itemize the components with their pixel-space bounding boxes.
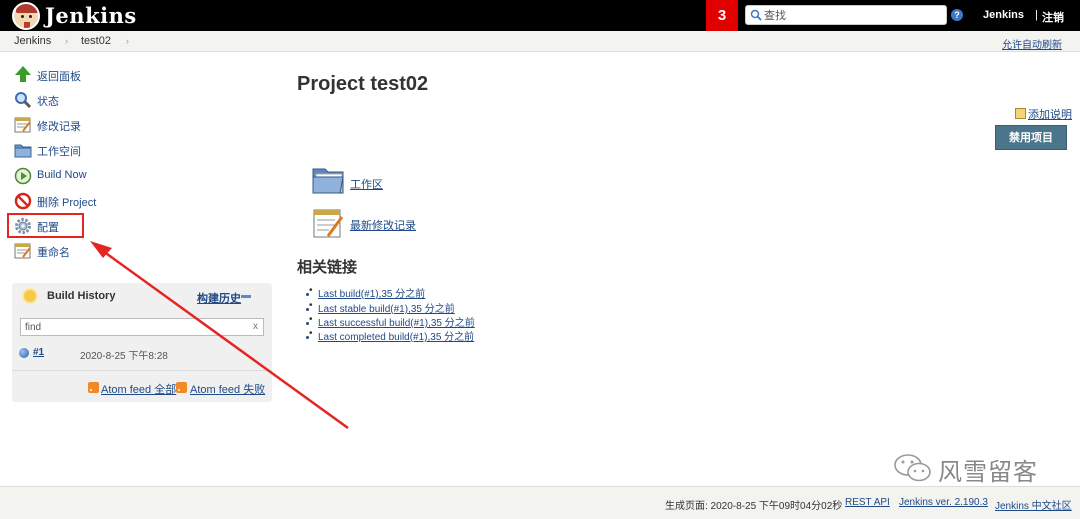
- no-entry-icon: [14, 192, 32, 210]
- header-separator: |: [1035, 9, 1038, 21]
- clock-play-icon: [14, 167, 32, 185]
- annotation-highlight-box: [7, 213, 84, 238]
- task-label[interactable]: 工作空间: [37, 143, 81, 159]
- task-label[interactable]: 返回面板: [37, 68, 81, 84]
- breadcrumb: Jenkins › test02 › 允许自动刷新: [0, 31, 1080, 52]
- page-generated-text: 生成页面: 2020-8-25 下午09时04分02秒: [665, 501, 843, 512]
- weather-sun-icon: [24, 290, 36, 302]
- folder-icon: [14, 144, 32, 158]
- atom-feed-all-link[interactable]: Atom feed 全部: [101, 381, 176, 397]
- watermark-text: 风雪留客: [938, 459, 1038, 486]
- build-filter-input[interactable]: [25, 320, 245, 334]
- build-filter-box: x: [20, 318, 264, 336]
- breadcrumb-jenkins[interactable]: Jenkins: [14, 35, 51, 47]
- jenkins-version-link[interactable]: Jenkins ver. 2.190.3: [899, 497, 988, 508]
- notepad-icon[interactable]: [311, 206, 345, 240]
- breadcrumb-arrow-icon[interactable]: ›: [126, 36, 129, 46]
- notepad-icon: [14, 117, 31, 133]
- brand-title[interactable]: Jenkins: [45, 3, 137, 28]
- task-label[interactable]: 修改记录: [37, 118, 81, 134]
- build-history-header: Build History 构建历史: [12, 283, 272, 309]
- annotation-arrow: [90, 241, 349, 430]
- permalink-item[interactable]: Last successful build(#1),35 分之前: [309, 314, 475, 329]
- notification-badge[interactable]: 3: [706, 0, 738, 31]
- task-label[interactable]: Build Now: [37, 169, 87, 181]
- community-link[interactable]: Jenkins 中文社区: [995, 497, 1072, 512]
- build-status-ball-icon: [19, 348, 29, 358]
- recent-changes-link[interactable]: 最新修改记录: [350, 217, 416, 233]
- rest-api-link[interactable]: REST API: [845, 497, 890, 508]
- auto-refresh-link[interactable]: 允许自动刷新: [1002, 36, 1062, 51]
- jenkins-logo-icon[interactable]: [12, 2, 40, 30]
- build-trend-link[interactable]: 构建历史: [197, 290, 241, 306]
- rss-feed-icon[interactable]: [176, 382, 187, 393]
- up-arrow-icon: [14, 66, 32, 84]
- edit-description-icon[interactable]: [1015, 108, 1026, 119]
- build-history-widget: Build History 构建历史 x #1 2020-8-25 下午8:28…: [12, 283, 272, 402]
- search-input[interactable]: [764, 8, 944, 23]
- search-icon: [15, 92, 32, 109]
- clear-filter-icon[interactable]: x: [253, 321, 258, 332]
- disable-project-button[interactable]: 禁用项目: [995, 125, 1067, 150]
- permalink-item[interactable]: Last build(#1),35 分之前: [309, 285, 425, 300]
- notepad-icon: [14, 243, 31, 259]
- breadcrumb-arrow-icon[interactable]: ›: [65, 36, 68, 46]
- user-link[interactable]: Jenkins: [983, 9, 1024, 21]
- help-icon[interactable]: ?: [951, 9, 963, 21]
- permalink-item[interactable]: Last completed build(#1),35 分之前: [309, 328, 474, 343]
- build-number-link[interactable]: #1: [33, 347, 44, 358]
- footer: 生成页面: 2020-8-25 下午09时04分02秒 REST API Jen…: [0, 486, 1080, 519]
- permalink-item[interactable]: Last stable build(#1),35 分之前: [309, 300, 455, 315]
- breadcrumb-test02[interactable]: test02: [81, 35, 111, 47]
- divider: [12, 370, 272, 371]
- search-icon: [750, 9, 762, 21]
- rss-feed-icon[interactable]: [88, 382, 99, 393]
- build-date[interactable]: 2020-8-25 下午8:28: [80, 347, 168, 362]
- collapse-icon[interactable]: [241, 295, 251, 298]
- workspace-link[interactable]: 工作区: [350, 176, 383, 192]
- wechat-logo-icon: [894, 454, 931, 482]
- logout-link[interactable]: 注销: [1042, 9, 1064, 25]
- atom-feed-failed-link[interactable]: Atom feed 失败: [190, 381, 265, 397]
- folder-icon[interactable]: [311, 165, 345, 195]
- build-row: #1 2020-8-25 下午8:28: [12, 346, 272, 362]
- permalinks-title: 相关链接: [297, 259, 358, 276]
- build-history-title: Build History: [47, 290, 116, 302]
- page-title: Project test02: [297, 73, 429, 95]
- top-header: Jenkins 3 ? Jenkins | 注销: [0, 0, 1080, 31]
- add-description-link[interactable]: 添加说明: [1028, 106, 1072, 122]
- search-box: [745, 5, 947, 25]
- task-label[interactable]: 重命名: [37, 244, 70, 260]
- task-label[interactable]: 删除 Project: [37, 194, 96, 210]
- task-label[interactable]: 状态: [37, 93, 59, 109]
